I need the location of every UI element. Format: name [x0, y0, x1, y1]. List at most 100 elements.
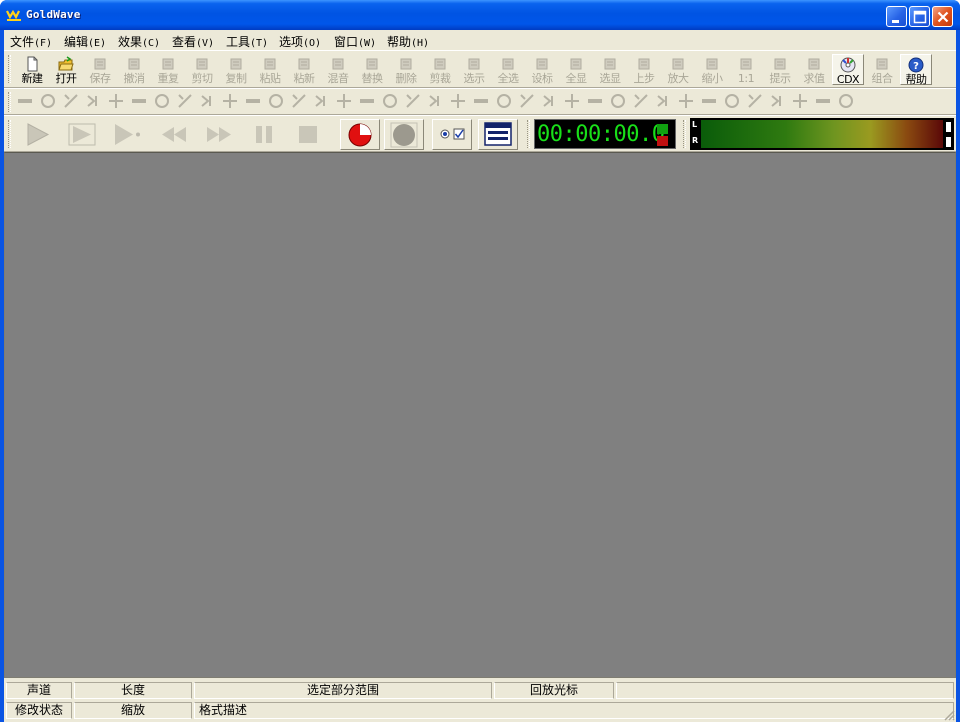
- toolbar-button-expression[interactable]: 求值: [798, 54, 830, 85]
- play-from-cursor-button[interactable]: [106, 119, 146, 150]
- effects-button-17[interactable]: [381, 92, 399, 110]
- effects-button-14[interactable]: [312, 92, 330, 110]
- toolbar-button-zoom-in[interactable]: 放大: [662, 54, 694, 85]
- effects-button-7[interactable]: [153, 92, 171, 110]
- toolbar-button-set-marker[interactable]: 设标: [526, 54, 558, 85]
- effects-button-9[interactable]: [198, 92, 216, 110]
- toolbar-button-paste[interactable]: 粘贴: [254, 54, 286, 85]
- menu-effects[interactable]: 效果(C): [118, 33, 160, 50]
- toolbar-button-zoom-out[interactable]: 缩小: [696, 54, 728, 85]
- properties-toggle-button[interactable]: [432, 119, 472, 150]
- effects-button-25[interactable]: [563, 92, 581, 110]
- toolbar-button-new-file[interactable]: 新建: [16, 54, 48, 85]
- menu-view[interactable]: 查看(V): [172, 33, 214, 50]
- toolbar-button-select-view[interactable]: 选示: [458, 54, 490, 85]
- play-button[interactable]: [18, 119, 58, 150]
- effects-button-18[interactable]: [404, 92, 422, 110]
- toolbar-button-mix[interactable]: 混音: [322, 54, 354, 85]
- menu-window[interactable]: 窗口(W): [334, 33, 376, 50]
- effects-button-2[interactable]: [39, 92, 57, 110]
- maximize-button[interactable]: [909, 6, 930, 27]
- play-cursor-icon: [115, 124, 140, 145]
- effects-button-15[interactable]: [335, 92, 353, 110]
- effects-button-20[interactable]: [449, 92, 467, 110]
- device-controls-button[interactable]: [478, 119, 518, 150]
- effects-button-37[interactable]: [837, 92, 855, 110]
- toolbar-button-zoom-selection[interactable]: 选显: [594, 54, 626, 85]
- record-selection-button[interactable]: [384, 119, 424, 150]
- toolbar-button-cd-extract[interactable]: CDX: [832, 54, 864, 86]
- toolbar-button-open-folder[interactable]: 打开: [50, 54, 82, 85]
- effects-button-8[interactable]: [176, 92, 194, 110]
- title-bar[interactable]: GoldWave: [0, 0, 960, 30]
- effects-button-32[interactable]: [723, 92, 741, 110]
- effects-button-33[interactable]: [746, 92, 764, 110]
- effects-button-13[interactable]: [290, 92, 308, 110]
- menu-help[interactable]: 帮助(H): [387, 33, 429, 50]
- effects-button-26[interactable]: [586, 92, 604, 110]
- menu-options[interactable]: 选项(O): [279, 33, 321, 50]
- effects-toolbar-grip[interactable]: [8, 92, 11, 112]
- play-selection-button[interactable]: [62, 119, 102, 150]
- effects-button-35[interactable]: [791, 92, 809, 110]
- zoom-in-icon: [672, 58, 684, 70]
- rewind-button[interactable]: [154, 119, 194, 150]
- effects-button-11[interactable]: [244, 92, 262, 110]
- effect-icon: [747, 94, 762, 108]
- window-panel-icon: [484, 122, 512, 146]
- workspace-area[interactable]: [4, 152, 956, 678]
- menu-edit[interactable]: 编辑(E): [64, 33, 106, 50]
- timer-grip[interactable]: [527, 120, 530, 148]
- pause-button[interactable]: [244, 119, 284, 150]
- toolbar-button-redo[interactable]: 重复: [152, 54, 184, 85]
- effects-button-3[interactable]: [62, 92, 80, 110]
- effects-button-19[interactable]: [426, 92, 444, 110]
- effects-button-23[interactable]: [518, 92, 536, 110]
- meter-grip[interactable]: [683, 120, 686, 148]
- effect-icon: [40, 94, 55, 108]
- effects-button-16[interactable]: [358, 92, 376, 110]
- toolbar-button-help[interactable]: ? 帮助: [900, 54, 932, 86]
- toolbar-button-trim[interactable]: 剪裁: [424, 54, 456, 85]
- toolbar-button-zoom-all[interactable]: 全显: [560, 54, 592, 85]
- toolbar-button-select-all[interactable]: 全选: [492, 54, 524, 85]
- resize-grip-icon[interactable]: [943, 709, 955, 721]
- effects-button-27[interactable]: [609, 92, 627, 110]
- toolbar-button-cut[interactable]: 剪切: [186, 54, 218, 85]
- minimize-button[interactable]: [886, 6, 907, 27]
- toolbar-button-paste-new[interactable]: 粘新: [288, 54, 320, 85]
- toolbar-button-delete[interactable]: 删除: [390, 54, 422, 85]
- menu-file[interactable]: 文件(F): [10, 33, 52, 50]
- effects-button-10[interactable]: [221, 92, 239, 110]
- effects-button-24[interactable]: [540, 92, 558, 110]
- effects-button-28[interactable]: [632, 92, 650, 110]
- fast-forward-button[interactable]: [199, 119, 239, 150]
- effects-button-36[interactable]: [814, 92, 832, 110]
- stop-button[interactable]: [288, 119, 328, 150]
- effects-button-22[interactable]: [495, 92, 513, 110]
- effects-button-12[interactable]: [267, 92, 285, 110]
- effects-button-4[interactable]: [84, 92, 102, 110]
- effects-button-34[interactable]: [768, 92, 786, 110]
- toolbar-button-copy[interactable]: 复制: [220, 54, 252, 85]
- effects-button-29[interactable]: [654, 92, 672, 110]
- effects-button-31[interactable]: [700, 92, 718, 110]
- close-button[interactable]: [932, 6, 953, 27]
- toolbar-button-cue[interactable]: 提示: [764, 54, 796, 85]
- effects-button-1[interactable]: [16, 92, 34, 110]
- toolbar-button-label: 1:1: [737, 72, 755, 85]
- toolbar-grip[interactable]: [8, 55, 11, 83]
- effects-button-21[interactable]: [472, 92, 490, 110]
- toolbar-button-undo[interactable]: 撤消: [118, 54, 150, 85]
- record-button[interactable]: [340, 119, 380, 150]
- menu-tools[interactable]: 工具(T): [226, 33, 268, 50]
- effects-button-6[interactable]: [130, 92, 148, 110]
- toolbar-button-zoom-previous[interactable]: 上步: [628, 54, 660, 85]
- effects-button-30[interactable]: [677, 92, 695, 110]
- toolbar-button-replace[interactable]: 替换: [356, 54, 388, 85]
- toolbar-button-zoom-1to1[interactable]: 1:1: [730, 54, 762, 85]
- effects-button-5[interactable]: [107, 92, 125, 110]
- toolbar-button-save[interactable]: 保存: [84, 54, 116, 85]
- toolbar-button-combine[interactable]: 组合: [866, 54, 898, 85]
- control-toolbar-grip[interactable]: [8, 120, 11, 148]
